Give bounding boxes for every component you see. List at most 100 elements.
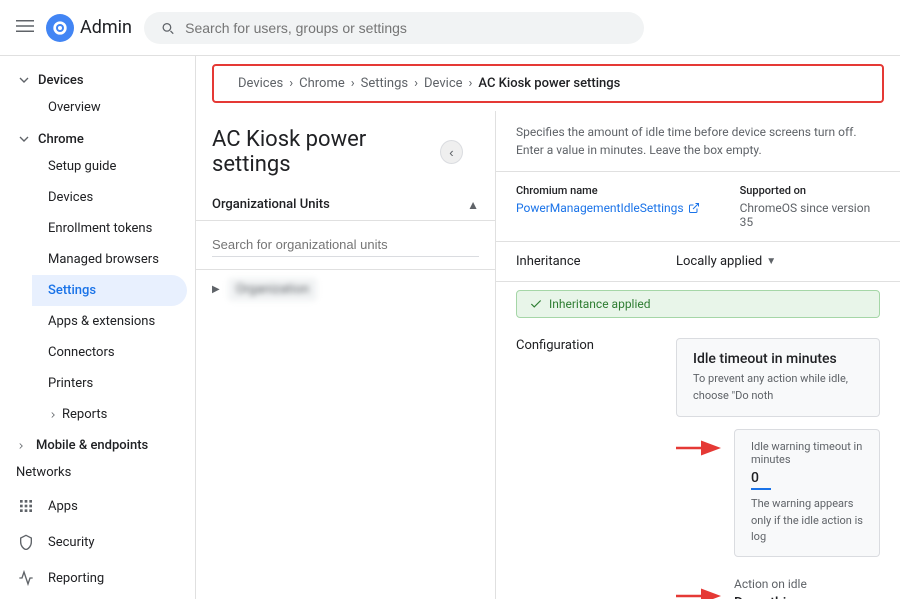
configuration-content: Idle timeout in minutes To prevent any a… [676, 338, 880, 599]
inheritance-applied-badge: Inheritance applied [516, 290, 880, 318]
breadcrumb-active: AC Kiosk power settings [478, 76, 620, 91]
collapse-button[interactable]: ‹ [440, 140, 463, 164]
inheritance-dropdown-arrow: ▼ [766, 256, 776, 267]
sidebar-item-setup-guide[interactable]: Setup guide [32, 151, 187, 182]
setup-guide-label: Setup guide [48, 159, 116, 174]
idle-timeout-box: Idle timeout in minutes To prevent any a… [676, 338, 880, 417]
expand-icon [16, 72, 32, 88]
org-item-arrow: ▶ [212, 284, 220, 295]
reports-expand-icon [48, 410, 58, 420]
security-label: Security [48, 535, 95, 550]
networks-label: Networks [16, 465, 71, 480]
action-on-idle-label: Action on idle [734, 577, 880, 591]
breadcrumb-devices[interactable]: Devices [238, 76, 283, 91]
sidebar-item-reports[interactable]: Reports [32, 399, 187, 430]
action-on-idle-row: Action on idle Do nothing ▼ [676, 577, 880, 599]
page-title: AC Kiosk power settings [212, 127, 440, 177]
mobile-endpoints-label: Mobile & endpoints [36, 438, 148, 453]
security-icon [16, 532, 36, 552]
configuration-label: Configuration [516, 338, 676, 353]
idle-timeout-title: Idle timeout in minutes [693, 351, 863, 367]
red-arrow-1 [676, 429, 726, 463]
sidebar-item-connectors[interactable]: Connectors [32, 337, 187, 368]
configuration-row: Configuration Idle timeout in minutes To… [496, 326, 900, 599]
sidebar-section-mobile[interactable]: Mobile & endpoints [0, 430, 195, 457]
supported-on-label: Supported on [740, 184, 880, 197]
sidebar-devices-label: Devices [38, 73, 84, 88]
breadcrumb-sep-2: › [351, 76, 355, 91]
printers-label: Printers [48, 376, 93, 391]
app-logo: Admin [46, 14, 132, 42]
sidebar-item-apps[interactable]: Apps [0, 488, 187, 524]
topbar: Admin [0, 0, 900, 56]
warning-timeout-label: Idle warning timeout in minutes [751, 440, 863, 466]
sidebar-item-managed-browsers[interactable]: Managed browsers [32, 244, 187, 275]
chrome-label: Chrome [38, 132, 84, 147]
supported-on-value: ChromeOS since version 35 [740, 201, 880, 229]
desc-content: Specifies the amount of idle time before… [516, 125, 857, 157]
chromium-name-label: Chromium name [516, 184, 700, 197]
reports-label: Reports [62, 407, 107, 422]
breadcrumb-sep-1: › [289, 76, 293, 91]
apps-label: Apps [48, 499, 78, 514]
red-arrow-2 [676, 577, 726, 599]
org-units-header: Organizational Units ▲ [196, 189, 495, 221]
warning-timeout-value[interactable]: 0 [751, 470, 771, 490]
reporting-icon [16, 568, 36, 588]
managed-browsers-label: Managed browsers [48, 252, 159, 267]
sidebar-item-printers[interactable]: Printers [32, 368, 187, 399]
arrow-indicator-2 [676, 581, 726, 599]
settings-label: Settings [48, 283, 96, 298]
apps-extensions-label: Apps & extensions [48, 314, 155, 329]
org-units-title: Organizational Units [212, 197, 330, 212]
description-text: Specifies the amount of idle time before… [496, 111, 900, 172]
search-org-container [196, 221, 495, 270]
sidebar: Devices Overview Chrome Setup guide Devi… [0, 56, 196, 599]
org-units-toggle[interactable]: ▲ [467, 198, 479, 212]
enrollment-tokens-label: Enrollment tokens [48, 221, 152, 236]
mobile-expand-icon [16, 441, 26, 451]
sidebar-devices-sub: Overview [0, 92, 195, 123]
check-icon [529, 297, 543, 311]
action-idle-container: Action on idle Do nothing ▼ [734, 577, 880, 599]
inheritance-dropdown[interactable]: Locally applied ▼ [676, 254, 880, 269]
sidebar-item-security[interactable]: Security [0, 524, 187, 560]
sidebar-item-networks[interactable]: Networks [0, 457, 187, 488]
search-icon [160, 20, 175, 36]
info-row: Chromium name PowerManagementIdleSetting… [496, 172, 900, 242]
menu-icon[interactable] [16, 16, 34, 40]
sidebar-item-overview[interactable]: Overview [32, 92, 187, 123]
search-org-input[interactable] [212, 233, 479, 257]
search-input[interactable] [185, 20, 628, 36]
breadcrumb-sep-4: › [469, 76, 473, 91]
sidebar-item-settings[interactable]: Settings [32, 275, 187, 306]
supported-on-col: Supported on ChromeOS since version 35 [740, 184, 880, 229]
sidebar-section-devices[interactable]: Devices [0, 64, 195, 92]
chromium-name-col: Chromium name PowerManagementIdleSetting… [516, 184, 700, 229]
warning-timeout-desc: The warning appears only if the idle act… [751, 496, 863, 546]
action-on-idle-value[interactable]: Do nothing ▼ [734, 595, 880, 599]
content-area: Devices › Chrome › Settings › Device › A… [196, 56, 900, 599]
sidebar-item-devices[interactable]: Devices [32, 182, 187, 213]
warning-timeout-row: Idle warning timeout in minutes 0 The wa… [676, 429, 880, 567]
breadcrumb-chrome[interactable]: Chrome [299, 76, 345, 91]
logo-circle [46, 14, 74, 42]
sidebar-item-apps-extensions[interactable]: Apps & extensions [32, 306, 187, 337]
main-layout: Devices Overview Chrome Setup guide Devi… [0, 56, 900, 599]
left-panel: AC Kiosk power settings ‹ Organizational… [196, 111, 496, 599]
chromium-name-value[interactable]: PowerManagementIdleSettings [516, 201, 700, 215]
connectors-label: Connectors [48, 345, 115, 360]
search-bar[interactable] [144, 12, 644, 44]
breadcrumb-device[interactable]: Device [424, 76, 463, 91]
devices-item-label: Devices [48, 190, 93, 205]
breadcrumb-settings[interactable]: Settings [361, 76, 408, 91]
idle-timeout-desc: To prevent any action while idle, choose… [693, 371, 863, 404]
app-title: Admin [80, 17, 132, 38]
sidebar-section-chrome[interactable]: Chrome [0, 123, 195, 151]
inheritance-label: Inheritance [516, 254, 676, 269]
inheritance-row: Inheritance Locally applied ▼ [496, 242, 900, 282]
sidebar-item-enrollment-tokens[interactable]: Enrollment tokens [32, 213, 187, 244]
sidebar-item-reporting[interactable]: Reporting [0, 560, 187, 596]
org-item-root[interactable]: ▶ Organization [196, 270, 495, 309]
breadcrumb-sep-3: › [414, 76, 418, 91]
